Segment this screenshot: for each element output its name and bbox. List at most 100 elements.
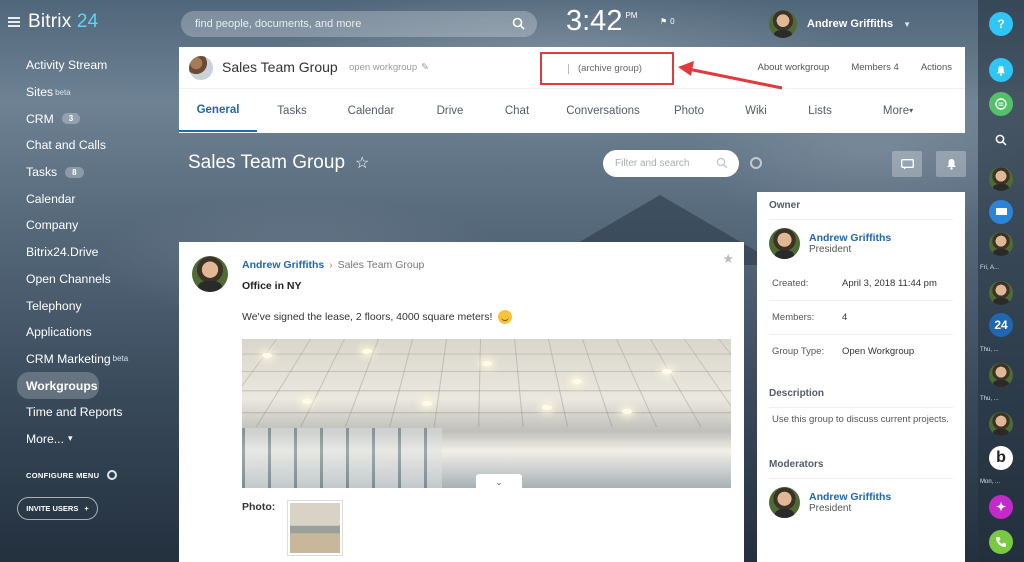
tab-photo[interactable]: Photo [657,89,721,132]
moderator-card: Andrew Griffiths President [757,479,965,526]
search-icon[interactable] [716,157,728,169]
invite-users-button[interactable]: INVITE USERS + [17,497,98,520]
app-chat-icon[interactable]: ✦ [989,495,1013,519]
sidebar-item[interactable]: Company [17,212,177,239]
group-tabs: General Tasks Calendar Drive Chat Conversatio… [179,89,965,132]
chat-button[interactable] [892,151,922,177]
sidebar-item[interactable]: Calendar [17,185,177,212]
open-channels-icon[interactable] [989,92,1013,116]
configure-menu-button[interactable]: CONFIGURE MENU [26,470,117,480]
members-link[interactable]: Members 4 [851,62,899,73]
sidebar-item[interactable]: CRM 3 [17,105,177,132]
owner-name-link[interactable]: Andrew Griffiths [809,232,891,244]
tab-lists[interactable]: Lists [791,89,849,132]
owner-avatar[interactable] [769,228,800,259]
sidebar-item[interactable]: CRM Marketing beta [17,346,177,373]
chevron-down-icon: ▼ [903,20,911,29]
search-icon[interactable] [512,17,525,30]
filter-search[interactable] [603,150,739,177]
star-icon[interactable]: ☆ [355,153,369,173]
photo-thumbnail[interactable] [288,501,342,555]
tab-label: Photo [674,105,704,117]
counter-badge: 3 [62,113,80,124]
recent-chat-avatar[interactable] [989,167,1013,191]
user-menu[interactable]: Andrew Griffiths ▼ [769,10,911,38]
sidebar-item[interactable]: Telephony [17,292,177,319]
group-info-panel: Owner Andrew Griffiths President Created… [757,192,965,562]
bitrix24-chat-icon[interactable]: 24 [989,313,1013,337]
sidebar-item[interactable]: Workgroups [17,372,99,399]
search-icon[interactable] [989,128,1013,152]
clock[interactable]: 3:42 PM [566,5,622,38]
flag-counter[interactable]: ⚑ 0 [660,17,675,26]
expand-chevron-icon[interactable]: ⌄ [476,474,522,490]
moderator-name-link[interactable]: Andrew Griffiths [809,491,891,503]
post-group-link[interactable]: Sales Team Group [338,259,425,271]
notifications-bell-icon[interactable] [989,58,1013,82]
created-label: Created: [772,278,842,289]
actions-link[interactable]: Actions [921,62,952,73]
sidebar-item[interactable]: Sites beta [17,79,177,106]
tab-more[interactable]: More ▾ [849,89,947,132]
tab-calendar[interactable]: Calendar [327,89,415,132]
recent-chat-avatar[interactable] [989,232,1013,256]
sidebar-item[interactable]: Activity Stream [17,52,177,79]
group-title[interactable]: Sales Team Group [222,59,338,75]
tab-general[interactable]: General [179,89,257,132]
recent-chat-date: Thu, ... [980,347,999,353]
bell-icon [946,158,957,170]
tab-wiki[interactable]: Wiki [721,89,791,132]
bitrix-logo[interactable]: Bitrix 24 [28,11,98,33]
tab-drive[interactable]: Drive [415,89,485,132]
owner-role: President [809,244,891,255]
filter-search-input[interactable] [615,158,715,169]
clock-time: 3:42 [566,5,622,37]
ceiling-lamp [622,409,632,414]
sidebar-item[interactable]: Open Channels [17,266,177,293]
tab-chat[interactable]: Chat [485,89,549,132]
sidebar-item[interactable]: Tasks 8 [17,159,177,186]
office-photo[interactable] [242,339,731,488]
tab-tasks[interactable]: Tasks [257,89,327,132]
glass-wall [242,428,442,488]
tab-label: Drive [437,105,464,117]
settings-gear-icon[interactable] [750,157,762,169]
help-button[interactable]: ? [989,12,1013,36]
sidebar-item-label: CRM [26,112,54,126]
b-letter-icon[interactable]: b [989,446,1013,470]
group-avatar[interactable] [189,56,213,80]
bell-glyph [996,65,1006,76]
sidebar-item-label: Tasks [26,165,57,179]
pencil-icon[interactable]: ✎ [421,62,429,73]
star-icon[interactable]: ★ [722,251,734,267]
flag-icon: ⚑ [660,17,667,26]
general-chat-icon[interactable] [989,200,1013,224]
recent-chat-date: Thu, ... [980,396,999,402]
post-author-avatar[interactable] [192,256,228,292]
sidebar-item-label: Telephony [26,299,82,313]
sidebar-item[interactable]: Time and Reports [17,399,177,426]
sidebar-item[interactable]: More... ▾ [17,426,177,453]
sidebar-item[interactable]: Bitrix24.Drive [17,239,177,266]
tab-conversations[interactable]: Conversations [549,89,657,132]
page-title-text: Sales Team Group [188,152,345,174]
post-author-link[interactable]: Andrew Griffiths [242,259,324,271]
global-search-input[interactable] [195,18,495,30]
recent-chat-avatar[interactable] [989,281,1013,305]
menu-burger-icon[interactable] [8,17,20,27]
sidebar-item[interactable]: Chat and Calls [17,132,177,159]
recent-chat-avatar[interactable] [989,363,1013,387]
sidebar-item-label: More... [26,432,64,446]
recent-chat-avatar[interactable] [989,412,1013,436]
clock-ampm: PM [625,11,637,20]
notifications-button[interactable] [936,151,966,177]
global-search[interactable] [181,11,537,37]
chevron-right-icon: › [329,260,332,271]
moderator-avatar[interactable] [769,487,800,518]
phone-icon[interactable] [989,530,1013,554]
archive-group-highlight: (archive group) [540,52,674,85]
chat-lines-glyph [995,98,1007,110]
logo-brand: Bitrix [28,11,71,32]
sidebar-item[interactable]: Applications [17,319,177,346]
group-header-links: About workgroup Members 4 Actions [758,62,953,73]
